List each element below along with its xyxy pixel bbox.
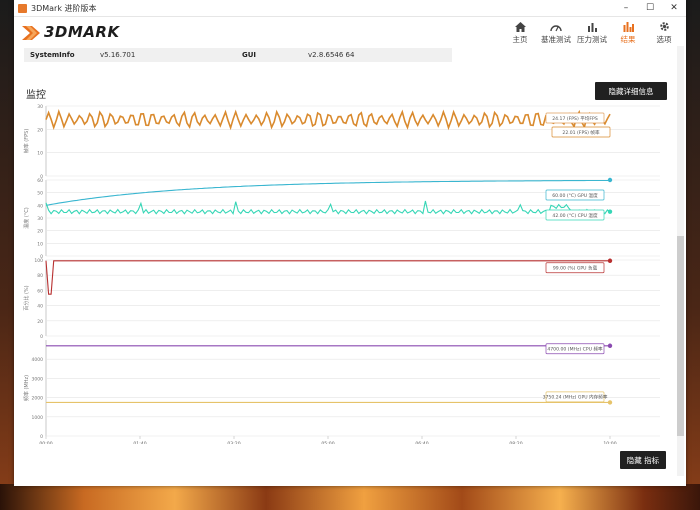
gauge-icon: [538, 20, 574, 32]
app-header: 3DMARK 主页 基准测试 压力测试 结果 选项: [14, 17, 686, 47]
x-tick-label: 01:40: [133, 441, 146, 444]
series-end-marker-gpu_temp: [607, 177, 613, 183]
background-artwork-bottom: [0, 484, 700, 510]
close-button[interactable]: ✕: [662, 3, 686, 13]
y-tick-label: 2000: [32, 396, 44, 402]
series-line-cpu_temp: [45, 200, 611, 216]
systeminfo-value: v5.16.701: [100, 51, 136, 59]
maximize-button[interactable]: ☐: [638, 3, 662, 13]
nav-results-label: 结果: [620, 35, 636, 44]
hide-markers-button[interactable]: 隐藏 指标: [620, 451, 666, 469]
3dmark-logo[interactable]: 3DMARK: [22, 23, 120, 41]
series-line-gpu_load: [45, 260, 610, 295]
y-tick-label: 40: [37, 304, 43, 310]
y-axis-label: 频率 (MHz): [23, 375, 30, 401]
y-axis-label: 温度 (°C): [23, 207, 30, 229]
nav-stress-tests-label: 压力测试: [577, 35, 607, 44]
y-tick-label: 4000: [32, 357, 44, 363]
y-tick-label: 10: [37, 241, 43, 247]
nav-benchmarks[interactable]: 基准测试: [538, 20, 574, 45]
y-tick-label: 1000: [32, 415, 44, 421]
x-tick-label: 03:20: [227, 441, 240, 444]
annotation-label: 4700.00 (MHz) CPU 频率: [547, 346, 603, 353]
main-nav: 主页 基准测试 压力测试 结果 选项: [502, 20, 682, 45]
series-end-marker-cpu_temp: [607, 209, 613, 214]
annotation-label: 24.17 (FPS) 平均FPS: [552, 115, 598, 122]
window-title: 3DMark 进阶版本: [31, 3, 97, 13]
x-tick-label: 00:00: [39, 441, 52, 444]
gui-label: GUI: [242, 51, 257, 59]
y-tick-label: 20: [37, 319, 43, 325]
results-content: SystemInfo v5.16.701 GUI v2.8.6546 64 监控…: [14, 46, 686, 486]
systeminfo-label: SystemInfo: [30, 51, 75, 59]
x-tick-label: 08:20: [509, 441, 522, 444]
y-tick-label: 60: [37, 178, 43, 184]
y-tick-label: 50: [37, 191, 43, 197]
annotation-label: 99.00 (%) GPU 负载: [553, 265, 598, 272]
x-tick-label: 06:40: [415, 441, 428, 444]
hide-details-button[interactable]: 隐藏详细信息: [595, 82, 667, 100]
nav-benchmarks-label: 基准测试: [541, 35, 571, 44]
results-bars-icon: [610, 20, 646, 32]
gear-icon: [646, 20, 682, 32]
x-tick-label: 10:00: [603, 441, 616, 444]
nav-home-label: 主页: [512, 35, 528, 44]
y-tick-label: 20: [37, 127, 43, 133]
nav-home[interactable]: 主页: [502, 20, 538, 45]
minimize-button[interactable]: –: [614, 3, 638, 13]
nav-options-label: 选项: [656, 35, 672, 44]
series-end-marker-gpu_mem_clock: [607, 400, 613, 405]
annotation-label: 42.00 (°C) CPU 温度: [552, 212, 598, 219]
gui-value: v2.8.6546 64: [308, 51, 355, 59]
annotation-label: 60.00 (°C) GPU 温度: [552, 192, 598, 199]
y-tick-label: 20: [37, 229, 43, 235]
series-line-frame_rate: [45, 109, 611, 131]
app-window: 3DMark 进阶版本 – ☐ ✕ 3DMARK 主页 基准测试 压力测试 结果…: [14, 0, 686, 486]
y-tick-label: 100: [34, 258, 43, 264]
y-tick-label: 0: [40, 334, 43, 340]
x-tick-label: 05:00: [321, 441, 334, 444]
version-info-row: SystemInfo v5.16.701 GUI v2.8.6546 64: [24, 48, 452, 62]
background-artwork-left: [0, 0, 14, 510]
nav-options[interactable]: 选项: [646, 20, 682, 45]
y-axis-label: 帧率 (FPS): [23, 129, 30, 154]
stress-bars-icon: [574, 20, 610, 32]
annotation-label: 3750.24 (MHz) GPU 内存频率: [543, 394, 608, 401]
y-tick-label: 3000: [32, 376, 44, 382]
logo-text: 3DMARK: [44, 23, 120, 41]
y-tick-label: 30: [37, 216, 43, 222]
background-artwork-right: [686, 0, 700, 510]
y-tick-label: 0: [40, 434, 43, 440]
app-icon: [18, 3, 27, 13]
series-end-marker-cpu_clock: [607, 343, 613, 348]
monitoring-chart: 3020100帧率 (FPS)24.17 (FPS) 平均FPS22.01 (F…: [23, 104, 660, 444]
logo-mark-icon: [22, 25, 40, 40]
y-axis-label: 百分比 (%): [23, 285, 30, 310]
annotation-label: 22.01 (FPS) 帧率: [562, 129, 600, 136]
nav-results[interactable]: 结果: [610, 20, 646, 45]
y-tick-label: 80: [37, 273, 43, 279]
home-icon: [502, 20, 538, 32]
section-title: 监控: [26, 90, 46, 101]
series-end-marker-gpu_load: [607, 258, 613, 263]
nav-stress-tests[interactable]: 压力测试: [574, 20, 610, 45]
y-tick-label: 60: [37, 288, 43, 294]
title-bar[interactable]: 3DMark 进阶版本 – ☐ ✕: [14, 0, 686, 17]
scrollbar-thumb[interactable]: [677, 236, 684, 436]
y-tick-label: 40: [37, 203, 43, 209]
y-tick-label: 10: [37, 151, 43, 157]
y-tick-label: 30: [37, 104, 43, 110]
